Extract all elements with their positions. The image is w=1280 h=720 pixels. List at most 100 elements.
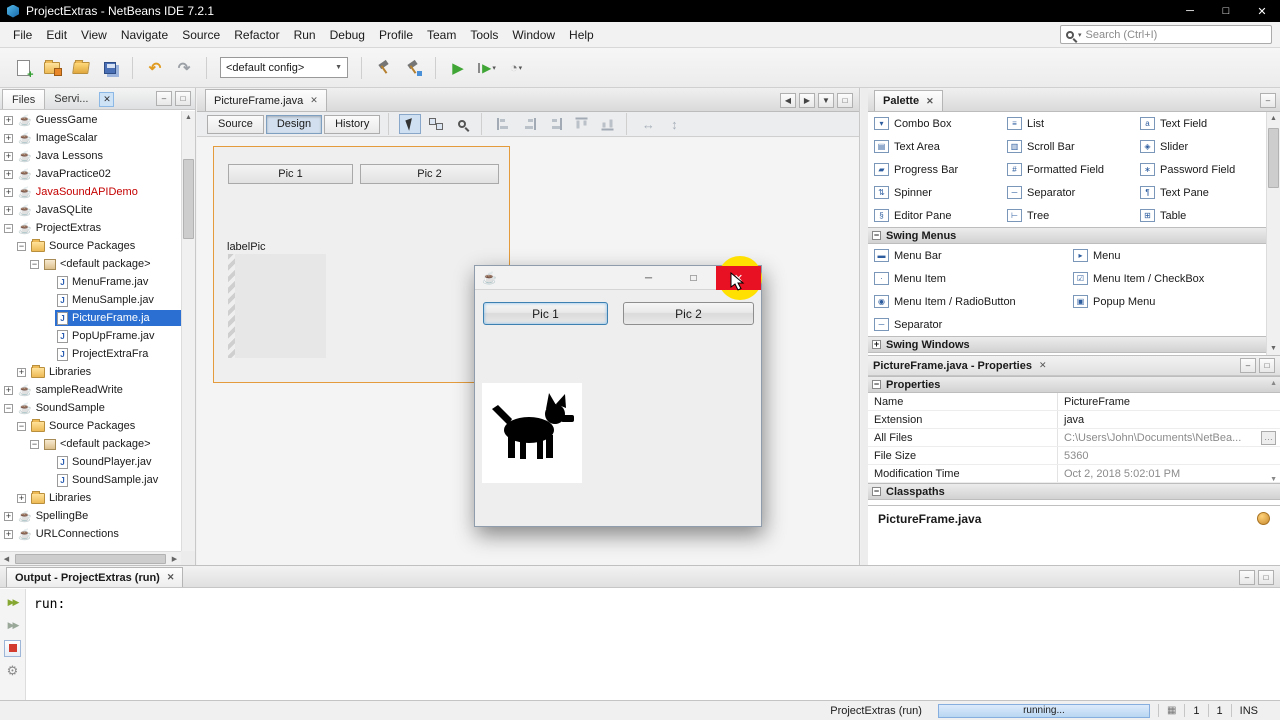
new-file-button[interactable]: [10, 55, 36, 81]
tree-toggle-icon[interactable]: +: [4, 187, 13, 197]
palette-item[interactable]: ◉ Menu Item / RadioButton: [868, 290, 1067, 313]
new-project-button[interactable]: [39, 55, 65, 81]
property-row[interactable]: Modification Time Oct 2, 2018 5:02:01 PM: [868, 465, 1280, 483]
tree-item[interactable]: + sampleReadWrite: [0, 381, 181, 399]
tree-toggle-icon[interactable]: +: [4, 133, 13, 143]
palette-item[interactable]: ▥ Scroll Bar: [1001, 135, 1134, 158]
property-row[interactable]: File Size 5360: [868, 447, 1280, 465]
quick-search-box[interactable]: ▾: [1060, 25, 1272, 44]
design-label-labelpic[interactable]: labelPic: [227, 241, 266, 253]
tree-toggle-icon[interactable]: +: [4, 115, 13, 125]
minimize-panel-button[interactable]: –: [1239, 570, 1255, 585]
window-minimize-button[interactable]: ─: [1172, 0, 1208, 22]
tree-item[interactable]: + JavaPractice02: [0, 165, 181, 183]
palette-item[interactable]: · Menu Item: [868, 267, 1067, 290]
output-console[interactable]: run:: [26, 589, 1280, 700]
scrollbar-thumb[interactable]: [183, 159, 194, 239]
tree-item[interactable]: MenuFrame.jav: [0, 273, 181, 291]
collapse-section-icon[interactable]: +: [872, 340, 881, 349]
menu-navigate[interactable]: Navigate: [114, 24, 175, 46]
tree-item[interactable]: PopUpFrame.jav: [0, 327, 181, 345]
tree-toggle-icon[interactable]: +: [4, 385, 13, 395]
debug-project-button[interactable]: ▶ ▾: [474, 55, 500, 81]
tree-item[interactable]: − Source Packages: [0, 417, 181, 435]
window-maximize-button[interactable]: □: [1208, 0, 1244, 22]
tab-list-button[interactable]: ▼: [818, 93, 834, 108]
tree-item[interactable]: SoundSample.jav: [0, 471, 181, 489]
menu-refactor[interactable]: Refactor: [227, 24, 286, 46]
palette-item[interactable]: ▤ Text Area: [868, 135, 1001, 158]
tree-item[interactable]: PictureFrame.ja: [0, 309, 181, 327]
tree-toggle-icon[interactable]: +: [4, 205, 13, 215]
chevron-down-icon[interactable]: ▾: [1078, 31, 1082, 39]
float-panel-button[interactable]: □: [1259, 358, 1275, 373]
tree-toggle-icon[interactable]: +: [4, 511, 13, 521]
status-progress-bar[interactable]: running...: [937, 703, 1150, 718]
output-settings-button[interactable]: ⚙: [4, 662, 22, 680]
undo-button[interactable]: ↶: [142, 55, 168, 81]
tree-toggle-icon[interactable]: −: [17, 241, 26, 251]
open-project-button[interactable]: [68, 55, 94, 81]
menu-run[interactable]: Run: [287, 24, 323, 46]
property-row[interactable]: Name PictureFrame: [868, 393, 1280, 411]
palette-scrollbar[interactable]: ▲ ▼: [1266, 112, 1280, 355]
menu-window[interactable]: Window: [505, 24, 562, 46]
close-tab-icon[interactable]: ✕: [310, 95, 318, 106]
minimize-panel-button[interactable]: –: [1240, 358, 1256, 373]
tree-item[interactable]: + URLConnections: [0, 525, 181, 543]
design-form[interactable]: Pic 1 Pic 2 labelPic: [213, 146, 510, 383]
profile-project-button[interactable]: ◔ ▾: [503, 55, 529, 81]
scroll-down-icon[interactable]: ▼: [1270, 476, 1277, 483]
tree-item[interactable]: − SoundSample: [0, 399, 181, 417]
palette-item[interactable]: ◈ Slider: [1134, 135, 1266, 158]
maximize-panel-button[interactable]: □: [1258, 570, 1274, 585]
palette-item[interactable]: ▣ Popup Menu: [1067, 290, 1266, 313]
tree-item[interactable]: + Libraries: [0, 363, 181, 381]
tree-toggle-icon[interactable]: −: [4, 403, 13, 413]
app-button-pic1[interactable]: Pic 1: [483, 302, 608, 325]
connection-mode-button[interactable]: [425, 114, 447, 134]
palette-item[interactable]: ▬ Menu Bar: [868, 244, 1067, 267]
tree-item[interactable]: + Java Lessons: [0, 147, 181, 165]
tree-toggle-icon[interactable]: +: [4, 529, 13, 539]
palette-item[interactable]: # Formatted Field: [1001, 158, 1134, 181]
rerun-button[interactable]: ▶▶: [4, 593, 22, 611]
palette-item[interactable]: ≡ List: [1001, 112, 1134, 135]
palette-item[interactable]: ─ Separator: [868, 313, 1067, 336]
align-bottom-button[interactable]: [596, 114, 618, 134]
scroll-left-icon[interactable]: ◀: [0, 555, 13, 563]
design-button-pic1[interactable]: Pic 1: [228, 164, 353, 184]
close-tab-icon[interactable]: ✕: [167, 572, 175, 583]
palette-item[interactable]: ▸ Menu: [1067, 244, 1266, 267]
tab-files[interactable]: Files: [2, 89, 46, 109]
align-right-button[interactable]: [518, 114, 540, 134]
horizontal-resizable-button[interactable]: ↔: [637, 114, 659, 134]
tree-toggle-icon[interactable]: −: [17, 421, 26, 431]
tree-item[interactable]: + JavaSoundAPIDemo: [0, 183, 181, 201]
tree-item[interactable]: + JavaSQLite: [0, 201, 181, 219]
menu-profile[interactable]: Profile: [372, 24, 420, 46]
search-input[interactable]: [1085, 28, 1266, 41]
redo-button[interactable]: ↷: [171, 55, 197, 81]
tree-vertical-scrollbar[interactable]: ▲: [181, 111, 195, 551]
menu-file[interactable]: File: [6, 24, 39, 46]
ellipsis-button[interactable]: …: [1261, 430, 1276, 445]
palette-item[interactable]: ▰ Progress Bar: [868, 158, 1001, 181]
tree-toggle-icon[interactable]: −: [30, 439, 39, 449]
tree-item[interactable]: + GuessGame: [0, 111, 181, 129]
minimize-panel-button[interactable]: –: [1260, 93, 1276, 108]
collapse-section-icon[interactable]: −: [872, 487, 881, 496]
collapse-section-icon[interactable]: −: [872, 231, 881, 240]
palette-item[interactable]: ⊞ Table: [1134, 204, 1266, 227]
center-horizontal-button[interactable]: [544, 114, 566, 134]
property-row[interactable]: All Files C:\Users\John\Documents\NetBea.…: [868, 429, 1280, 447]
tree-item[interactable]: − <default package>: [0, 435, 181, 453]
window-close-button[interactable]: ✕: [1244, 0, 1280, 22]
tree-toggle-icon[interactable]: +: [17, 367, 26, 377]
tree-item[interactable]: ProjectExtraFra: [0, 345, 181, 363]
palette-item[interactable]: ⊢ Tree: [1001, 204, 1134, 227]
app-minimize-button[interactable]: ─: [626, 266, 671, 290]
tab-palette[interactable]: Palette ✕: [874, 90, 943, 111]
maximize-editor-button[interactable]: □: [837, 93, 853, 108]
save-all-button[interactable]: [97, 55, 123, 81]
